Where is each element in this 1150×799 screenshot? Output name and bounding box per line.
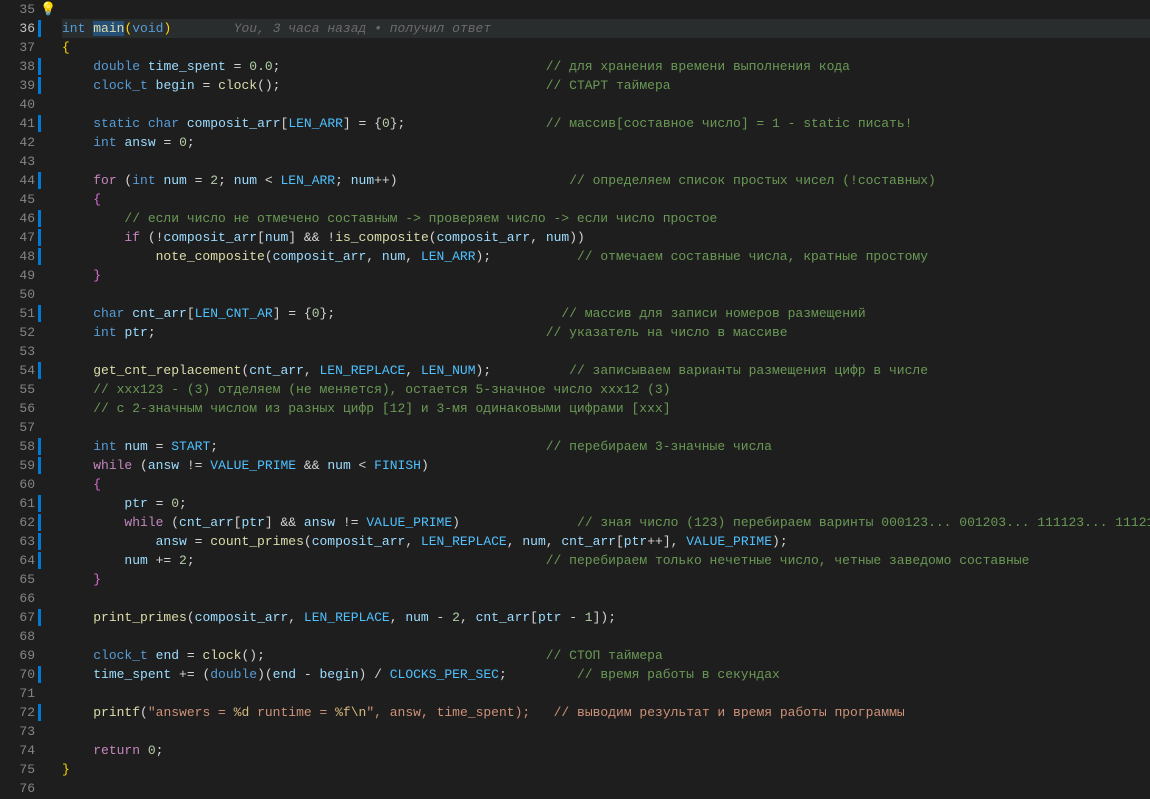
line-number: 76	[0, 779, 35, 798]
line-number: 70	[0, 665, 35, 684]
code-line[interactable]: print_primes(composit_arr, LEN_REPLACE, …	[62, 608, 1150, 627]
line-number: 52	[0, 323, 35, 342]
code-line[interactable]	[62, 152, 1150, 171]
line-number: 58	[0, 437, 35, 456]
code-line[interactable]	[62, 684, 1150, 703]
code-line[interactable]	[62, 627, 1150, 646]
line-number: 43	[0, 152, 35, 171]
line-number: 40	[0, 95, 35, 114]
line-number: 62	[0, 513, 35, 532]
line-number: 35	[0, 0, 35, 19]
code-line[interactable]: get_cnt_replacement(cnt_arr, LEN_REPLACE…	[62, 361, 1150, 380]
code-line[interactable]	[62, 722, 1150, 741]
line-number: 55	[0, 380, 35, 399]
code-line[interactable]: while (answ != VALUE_PRIME && num < FINI…	[62, 456, 1150, 475]
code-line[interactable]	[62, 589, 1150, 608]
code-line[interactable]: // xxx123 - (3) отделяем (не меняется), …	[62, 380, 1150, 399]
line-number: 65	[0, 570, 35, 589]
line-number: 66	[0, 589, 35, 608]
line-number: 47	[0, 228, 35, 247]
code-line[interactable]: {	[62, 190, 1150, 209]
code-line[interactable]: // c 2-значным числом из разных цифр [12…	[62, 399, 1150, 418]
line-number: 49	[0, 266, 35, 285]
line-number: 38	[0, 57, 35, 76]
line-number: 36	[0, 19, 35, 38]
code-line[interactable]: // если число не отмечено составным -> п…	[62, 209, 1150, 228]
line-number: 46	[0, 209, 35, 228]
code-line[interactable]: static char composit_arr[LEN_ARR] = {0};…	[62, 114, 1150, 133]
line-number: 61	[0, 494, 35, 513]
code-line[interactable]	[62, 342, 1150, 361]
line-number: 57	[0, 418, 35, 437]
code-line[interactable]	[62, 285, 1150, 304]
line-number: 73	[0, 722, 35, 741]
code-line[interactable]: if (!composit_arr[num] && !is_composite(…	[62, 228, 1150, 247]
lightbulb-icon[interactable]: 💡	[40, 0, 56, 19]
line-number: 51	[0, 304, 35, 323]
line-number: 50	[0, 285, 35, 304]
line-number: 44	[0, 171, 35, 190]
code-line[interactable]: double time_spent = 0.0; // для хранения…	[62, 57, 1150, 76]
line-number: 41	[0, 114, 35, 133]
code-line[interactable]	[62, 418, 1150, 437]
line-number: 68	[0, 627, 35, 646]
code-line[interactable]: while (cnt_arr[ptr] && answ != VALUE_PRI…	[62, 513, 1150, 532]
line-number: 54	[0, 361, 35, 380]
code-line[interactable]: clock_t begin = clock(); // СТАРТ таймер…	[62, 76, 1150, 95]
line-number: 74	[0, 741, 35, 760]
line-number: 45	[0, 190, 35, 209]
code-line[interactable]	[62, 95, 1150, 114]
line-number-gutter: 3536373839404142434445464748495051525354…	[0, 0, 44, 799]
git-blame-annotation[interactable]: You, 3 часа назад • получил ответ	[234, 21, 491, 36]
code-line[interactable]: }	[62, 760, 1150, 779]
line-number: 48	[0, 247, 35, 266]
code-line[interactable]: {	[62, 38, 1150, 57]
code-editor[interactable]: 3536373839404142434445464748495051525354…	[0, 0, 1150, 799]
line-number: 37	[0, 38, 35, 57]
code-line[interactable]: ptr = 0;	[62, 494, 1150, 513]
line-number: 75	[0, 760, 35, 779]
code-line[interactable]: printf("answers = %d runtime = %f\n", an…	[62, 703, 1150, 722]
line-number: 42	[0, 133, 35, 152]
code-line[interactable]: }	[62, 266, 1150, 285]
line-number: 69	[0, 646, 35, 665]
code-line[interactable]: int num = START; // перебираем 3-значные…	[62, 437, 1150, 456]
code-line[interactable]: note_composite(composit_arr, num, LEN_AR…	[62, 247, 1150, 266]
code-line[interactable]: answ = count_primes(composit_arr, LEN_RE…	[62, 532, 1150, 551]
code-line-active[interactable]: int main(void) You, 3 часа назад • получ…	[62, 19, 1150, 38]
code-line[interactable]: return 0;	[62, 741, 1150, 760]
line-number: 71	[0, 684, 35, 703]
line-number: 72	[0, 703, 35, 722]
code-line[interactable]: clock_t end = clock(); // СТОП таймера	[62, 646, 1150, 665]
code-area[interactable]: 💡int main(void) You, 3 часа назад • полу…	[44, 0, 1150, 799]
code-line[interactable]: for (int num = 2; num < LEN_ARR; num++) …	[62, 171, 1150, 190]
line-number: 60	[0, 475, 35, 494]
line-number: 63	[0, 532, 35, 551]
line-number: 64	[0, 551, 35, 570]
code-line[interactable]: {	[62, 475, 1150, 494]
code-line[interactable]	[62, 779, 1150, 798]
code-line[interactable]: int ptr; // указатель на число в массиве	[62, 323, 1150, 342]
line-number: 53	[0, 342, 35, 361]
code-line[interactable]: char cnt_arr[LEN_CNT_AR] = {0}; // масси…	[62, 304, 1150, 323]
code-line[interactable]: time_spent += (double)(end - begin) / CL…	[62, 665, 1150, 684]
line-number: 56	[0, 399, 35, 418]
line-number: 59	[0, 456, 35, 475]
code-line[interactable]: num += 2; // перебираем только нечетные …	[62, 551, 1150, 570]
code-line[interactable]: int answ = 0;	[62, 133, 1150, 152]
line-number: 39	[0, 76, 35, 95]
line-number: 67	[0, 608, 35, 627]
code-line[interactable]: }	[62, 570, 1150, 589]
